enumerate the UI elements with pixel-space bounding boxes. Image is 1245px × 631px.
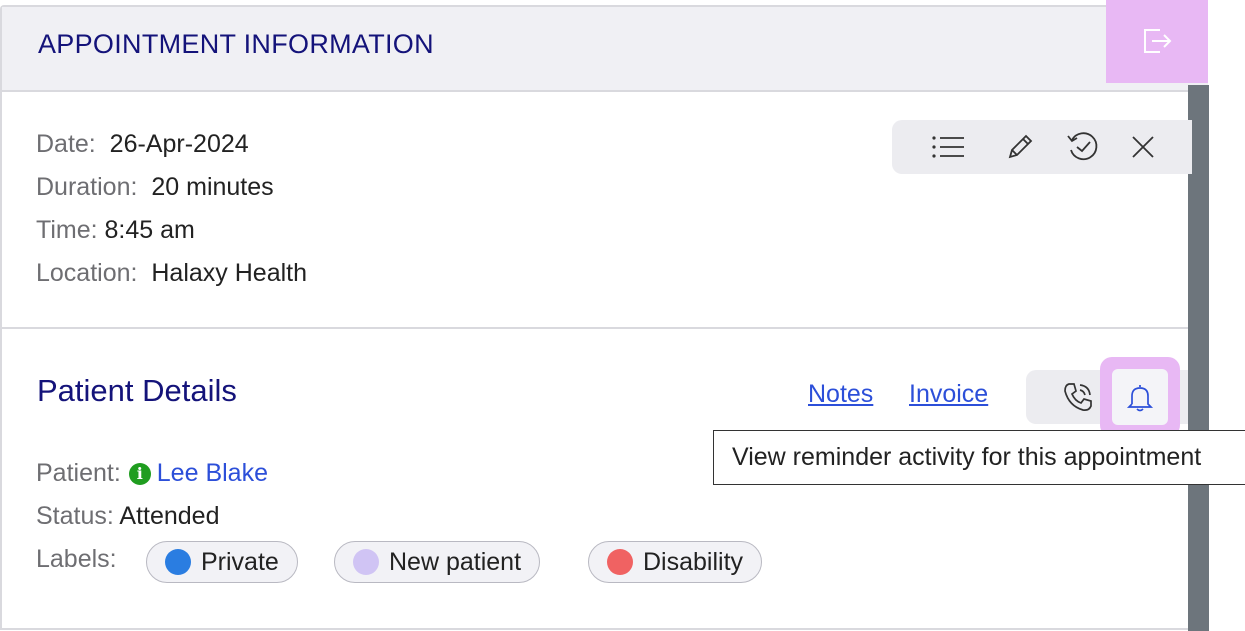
labels-label: Labels: [36, 545, 117, 573]
location-row: Location: Halaxy Health [36, 259, 307, 288]
panel-header: APPOINTMENT INFORMATION [2, 7, 1208, 92]
history-icon [1067, 132, 1098, 161]
duration-label: Duration: [36, 173, 138, 201]
label-color-dot [353, 549, 379, 575]
close-button[interactable] [1126, 129, 1160, 165]
label-chip-text: Private [201, 547, 279, 576]
date-row: Date: 26-Apr-2024 [36, 130, 249, 159]
list-button[interactable] [928, 129, 968, 165]
label-chip-new-patient[interactable]: New patient [334, 541, 541, 583]
duration-value: 20 minutes [151, 173, 274, 201]
date-label: Date: [36, 130, 96, 158]
labels-row: Labels: [36, 545, 117, 574]
list-icon [932, 136, 964, 158]
exit-button[interactable] [1106, 0, 1208, 83]
exit-icon [1144, 28, 1172, 53]
notes-link[interactable]: Notes [808, 380, 873, 409]
time-row: Time: 8:45 am [36, 216, 195, 245]
pencil-icon [1008, 134, 1033, 159]
patient-details-heading: Patient Details [37, 373, 237, 408]
info-icon[interactable]: i [128, 463, 151, 485]
phone-call-button[interactable] [1058, 378, 1098, 416]
invoice-link[interactable]: Invoice [909, 380, 988, 409]
label-chip-text: New patient [389, 547, 522, 576]
label-chip-disability[interactable]: Disability [588, 541, 763, 583]
label-color-dot [607, 549, 633, 575]
status-row: Status: Attended [36, 502, 220, 531]
label-color-dot [165, 549, 191, 575]
history-button[interactable] [1062, 129, 1104, 165]
patient-row: Patient: i Lee Blake [36, 459, 268, 488]
time-value: 8:45 am [104, 216, 195, 244]
status-value: Attended [119, 502, 220, 530]
location-value: Halaxy Health [151, 259, 308, 287]
reminder-tooltip-text: View reminder activity for this appointm… [732, 443, 1202, 471]
status-label: Status: [36, 502, 114, 530]
phone-call-icon [1064, 383, 1092, 412]
patient-name-link[interactable]: Lee Blake [157, 459, 268, 487]
reminder-activity-button[interactable] [1100, 357, 1180, 437]
reminder-activity-button-inner[interactable] [1112, 369, 1168, 425]
panel-title: APPOINTMENT INFORMATION [38, 29, 434, 59]
appointment-actions-toolbar [892, 120, 1192, 174]
bell-icon [1126, 385, 1154, 412]
location-label: Location: [36, 259, 138, 287]
close-icon [1132, 136, 1154, 158]
time-label: Time: [36, 216, 98, 244]
date-value: 26-Apr-2024 [109, 130, 249, 158]
label-chip-private[interactable]: Private [146, 541, 298, 583]
reminder-tooltip: View reminder activity for this appointm… [713, 430, 1245, 485]
edit-button[interactable] [1000, 129, 1040, 165]
patient-label: Patient: [36, 459, 121, 487]
label-chip-text: Disability [643, 547, 744, 576]
duration-row: Duration: 20 minutes [36, 173, 274, 202]
